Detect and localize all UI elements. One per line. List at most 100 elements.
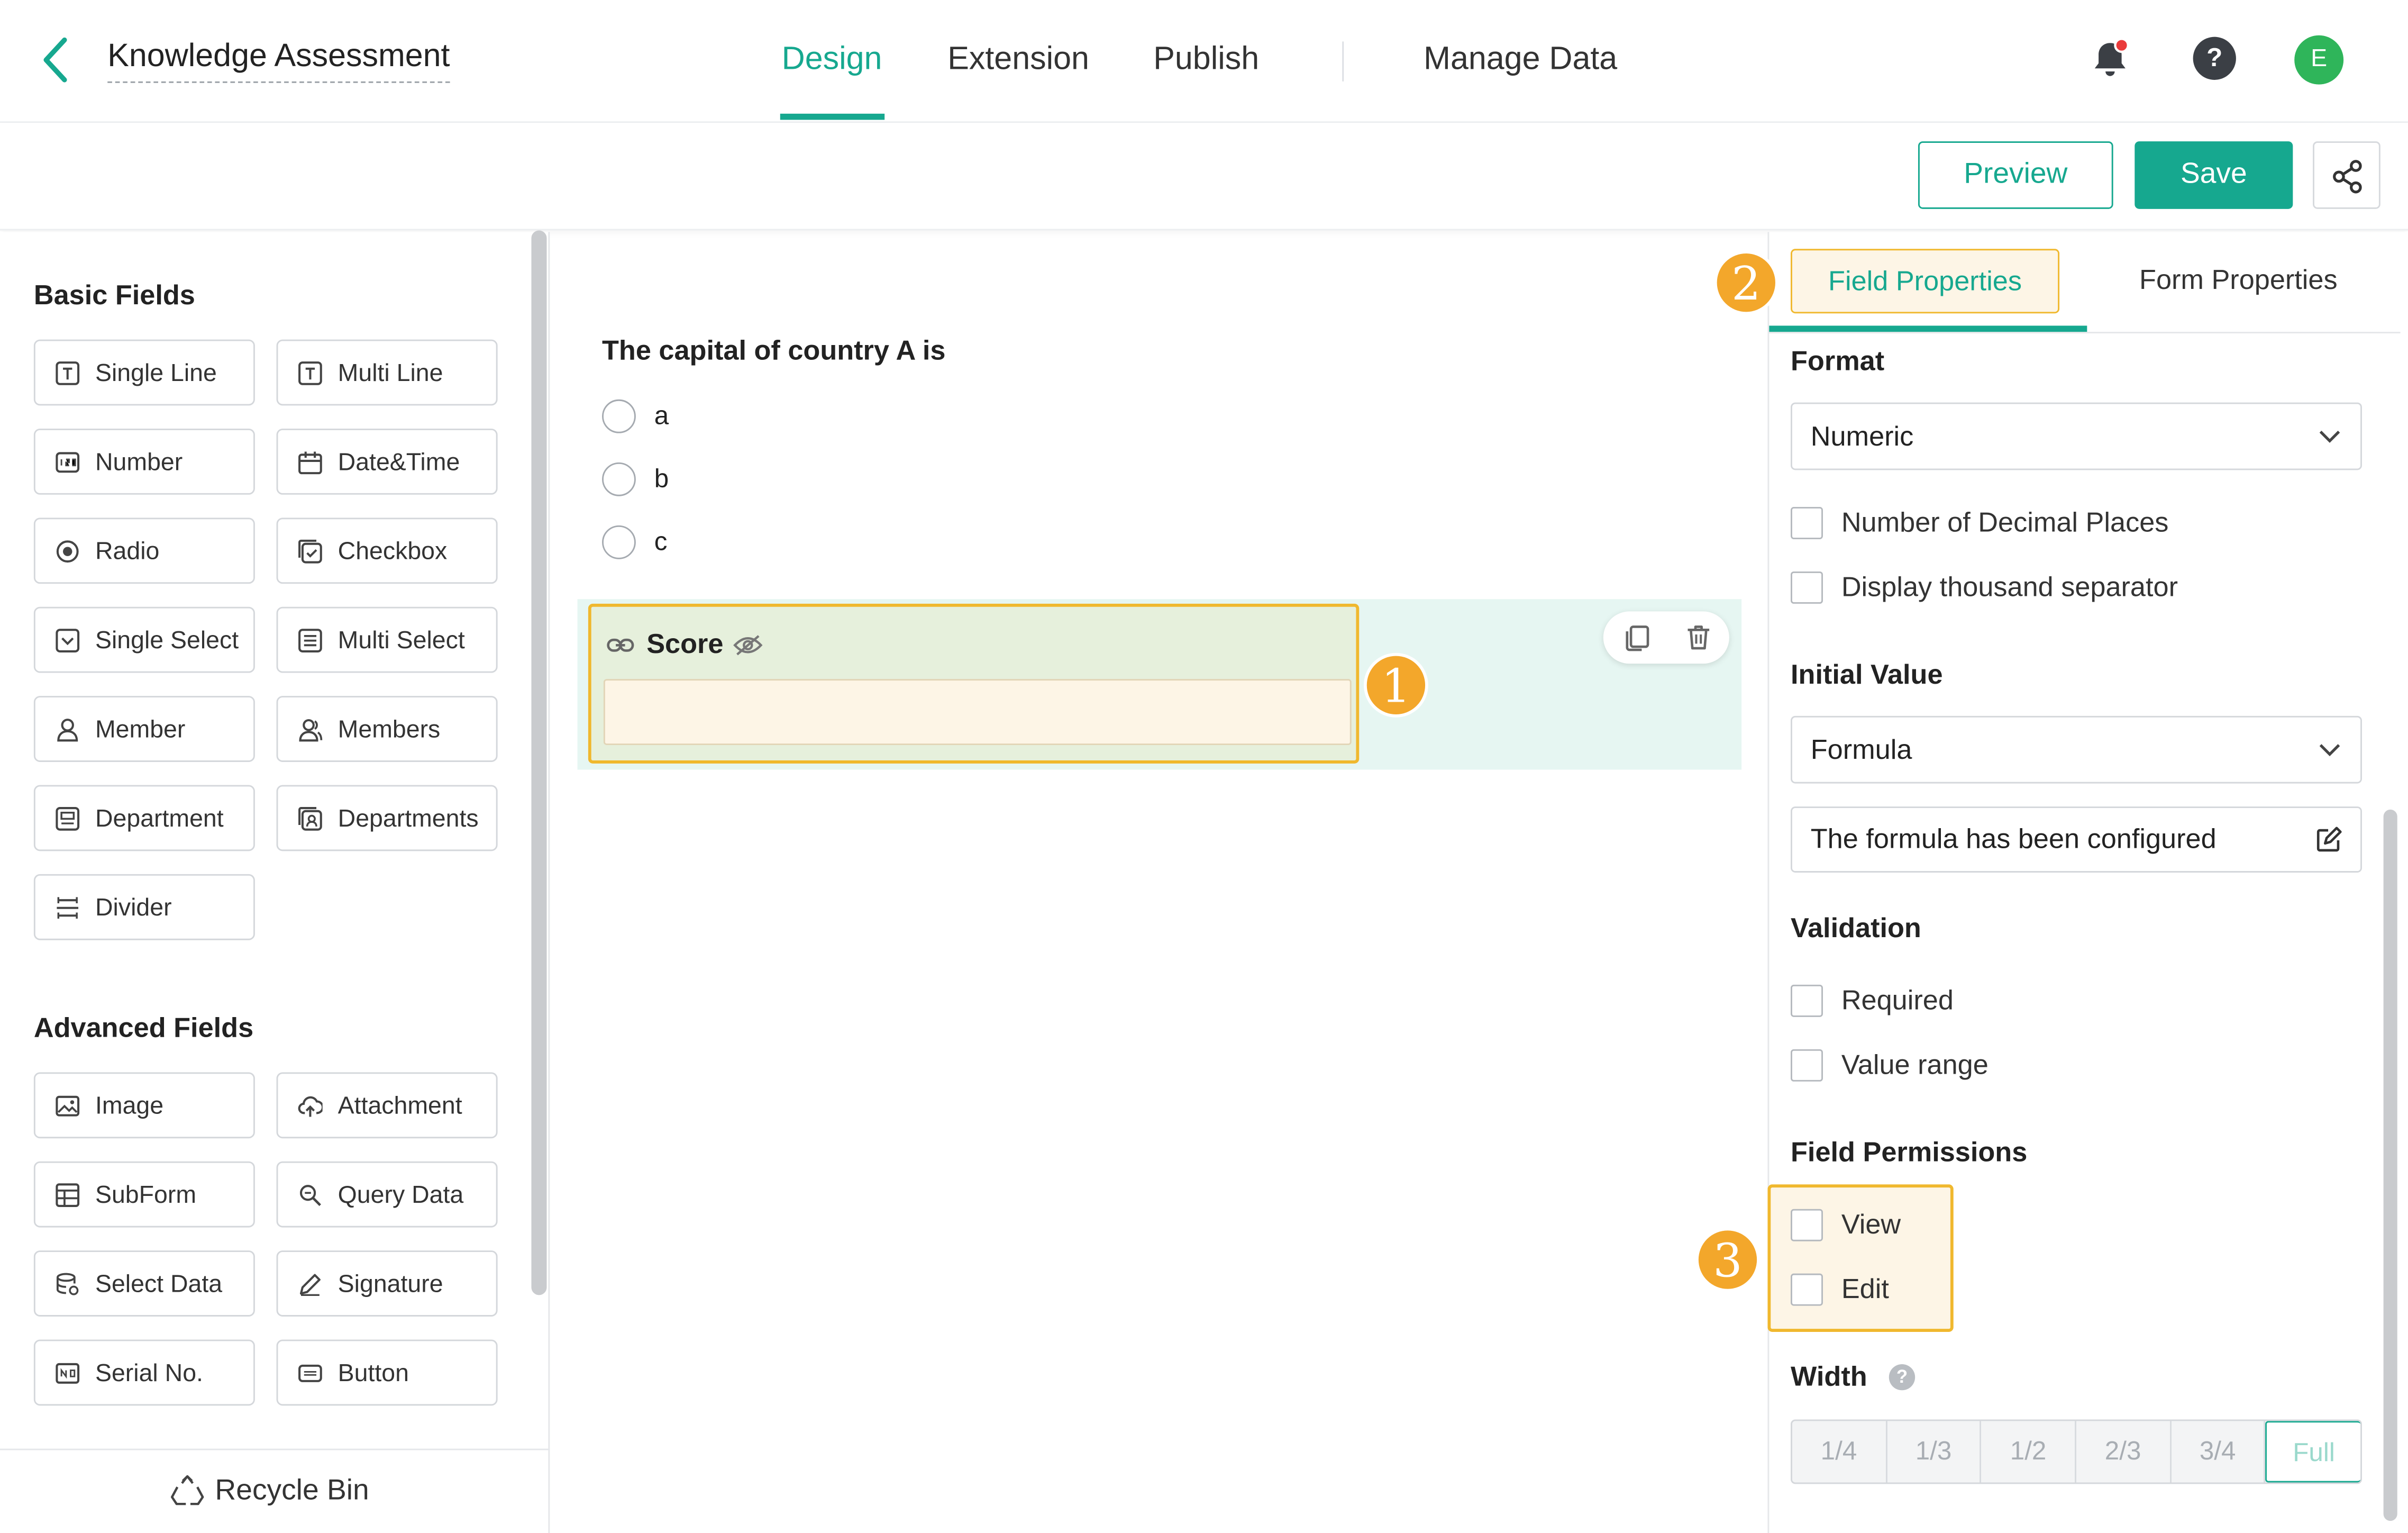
- tab-publish[interactable]: Publish: [1153, 39, 1259, 81]
- field-type-label: Department: [95, 806, 224, 833]
- notification-bell-icon[interactable]: [2087, 37, 2133, 83]
- radio-circle-icon: [602, 462, 636, 496]
- score-field-label: Score: [646, 628, 724, 659]
- avatar[interactable]: E: [2294, 35, 2344, 85]
- field-type-subform-button[interactable]: SubForm: [33, 1161, 255, 1228]
- checkbox-label: Value range: [1841, 1049, 1989, 1080]
- field-type-button-button[interactable]: Button: [276, 1339, 498, 1406]
- width-option[interactable]: 2/3: [2076, 1421, 2172, 1483]
- departments-icon: [298, 806, 322, 831]
- subform-icon: [56, 1183, 80, 1207]
- permissions-highlight: [1767, 1184, 1954, 1332]
- field-type-label: Attachment: [338, 1094, 462, 1120]
- image-icon: [56, 1095, 80, 1117]
- tab-extension[interactable]: Extension: [947, 39, 1089, 81]
- field-type-label: Checkbox: [338, 539, 448, 566]
- delete-icon[interactable]: [1683, 622, 1714, 653]
- width-option[interactable]: 1/2: [1982, 1421, 2077, 1483]
- width-option[interactable]: 1/3: [1887, 1421, 1982, 1483]
- width-option[interactable]: Full: [2266, 1421, 2361, 1483]
- field-type-label: Select Data: [95, 1272, 223, 1299]
- callout-badge-2: 2: [1713, 250, 1778, 315]
- field-type-label: Member: [95, 717, 186, 744]
- checkbox-box: [1791, 984, 1823, 1017]
- format-select-value: Numeric: [1810, 421, 1914, 452]
- field-type-single-select-button[interactable]: Single Select: [33, 606, 255, 673]
- option-label: b: [654, 464, 669, 493]
- link-icon: [607, 633, 634, 657]
- checkbox-box: [1791, 1273, 1823, 1306]
- tab-field-properties[interactable]: Field Properties: [1791, 249, 2060, 314]
- checkbox-label: View: [1841, 1209, 1901, 1240]
- width-option[interactable]: 3/4: [2171, 1421, 2266, 1483]
- back-arrow-icon[interactable]: [34, 34, 80, 86]
- field-type-member-button[interactable]: Member: [33, 696, 255, 762]
- field-type-date-time-button[interactable]: Date&Time: [276, 428, 498, 495]
- single-line-icon: [56, 361, 80, 385]
- score-input[interactable]: [603, 679, 1352, 746]
- palette-scrollbar[interactable]: [531, 230, 547, 1295]
- field-type-divider-button[interactable]: Divider: [33, 874, 255, 940]
- copy-icon[interactable]: [1622, 622, 1653, 653]
- advanced-fields-heading: Advanced Fields: [33, 1012, 254, 1044]
- app-title[interactable]: Knowledge Assessment: [107, 37, 450, 83]
- field-type-single-line-button[interactable]: Single Line: [33, 339, 255, 406]
- field-type-checkbox-button[interactable]: Checkbox: [276, 518, 498, 584]
- initial-value-select[interactable]: Formula: [1791, 715, 2362, 784]
- field-type-label: Radio: [95, 539, 160, 566]
- preview-button[interactable]: Preview: [1918, 141, 2113, 209]
- field-type-label: Button: [338, 1361, 409, 1387]
- format-select[interactable]: Numeric: [1791, 402, 2362, 470]
- share-button[interactable]: [2313, 141, 2380, 209]
- field-type-label: Departments: [338, 806, 479, 833]
- member-icon: [57, 719, 78, 742]
- format-heading: Format: [1791, 346, 1885, 377]
- field-type-multi-line-button[interactable]: Multi Line: [276, 339, 498, 406]
- field-type-serial-no-button[interactable]: Serial No.: [33, 1339, 255, 1406]
- field-type-label: Single Line: [95, 361, 217, 387]
- field-type-signature-button[interactable]: Signature: [276, 1250, 498, 1317]
- recycle-bin-button[interactable]: Recycle Bin: [169, 1470, 414, 1513]
- field-type-multi-select-button[interactable]: Multi Select: [276, 606, 498, 673]
- properties-scrollbar[interactable]: [2383, 809, 2397, 1521]
- checkbox-box: [1791, 571, 1823, 604]
- chevron-down-icon: [2319, 744, 2340, 757]
- save-button[interactable]: Save: [2135, 141, 2293, 209]
- tab-form-properties[interactable]: Form Properties: [2139, 264, 2338, 296]
- tab-manage-data[interactable]: Manage Data: [1424, 39, 1617, 81]
- chevron-down-icon: [2319, 430, 2340, 443]
- field-type-label: Divider: [95, 895, 172, 922]
- initial-value-select-value: Formula: [1810, 734, 1912, 765]
- field-type-number-button[interactable]: Number: [33, 428, 255, 495]
- width-option[interactable]: 1/4: [1792, 1421, 1887, 1483]
- active-tab-underline: [1769, 325, 2087, 332]
- field-type-attachment-button[interactable]: Attachment: [276, 1072, 498, 1139]
- field-type-members-button[interactable]: Members: [276, 696, 498, 762]
- checkbox-box: [1791, 1209, 1823, 1241]
- edit-icon: [2316, 827, 2342, 852]
- department-icon: [56, 806, 80, 831]
- formula-field[interactable]: The formula has been configured: [1791, 806, 2362, 873]
- checkbox-icon: [298, 539, 322, 564]
- field-type-label: Multi Line: [338, 361, 443, 387]
- multi-select-icon: [298, 629, 322, 652]
- tab-design[interactable]: Design: [782, 39, 882, 81]
- field-type-label: SubForm: [95, 1183, 197, 1209]
- field-type-label: Signature: [338, 1272, 443, 1299]
- number-icon: [56, 452, 80, 473]
- field-type-select-data-button[interactable]: Select Data: [33, 1250, 255, 1317]
- field-type-query-data-button[interactable]: Query Data: [276, 1161, 498, 1228]
- checkbox-box: [1791, 507, 1823, 539]
- field-type-departments-button[interactable]: Departments: [276, 785, 498, 851]
- checkbox-box: [1791, 1049, 1823, 1082]
- calendar-icon: [298, 451, 322, 475]
- initial-value-heading: Initial Value: [1791, 659, 1943, 690]
- divider-icon: [57, 897, 79, 919]
- help-circle-icon[interactable]: ?: [1889, 1364, 1916, 1391]
- field-type-image-button[interactable]: Image: [33, 1072, 255, 1139]
- help-icon[interactable]: ?: [2193, 37, 2236, 80]
- checkbox-label: Required: [1841, 984, 1954, 1015]
- field-type-department-button[interactable]: Department: [33, 785, 255, 851]
- field-type-label: Serial No.: [95, 1361, 203, 1387]
- field-type-radio-button[interactable]: Radio: [33, 518, 255, 584]
